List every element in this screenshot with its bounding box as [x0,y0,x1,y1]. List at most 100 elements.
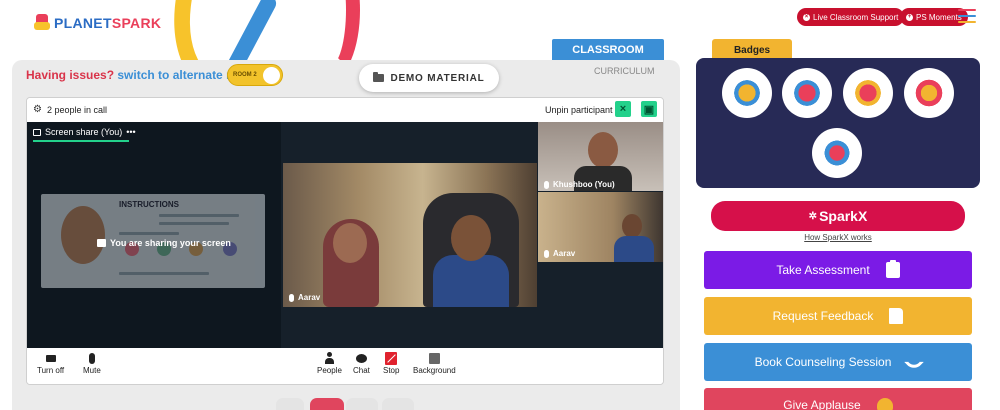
mic-icon [289,293,294,302]
badges-panel [696,58,980,188]
preview-student-image [61,206,105,264]
screen-share-header: Screen share (You) ••• [33,127,136,137]
sharing-message: You are sharing your screen [97,238,231,248]
unpin-close-icon[interactable]: × [615,101,631,117]
take-assessment-label: Take Assessment [776,263,870,277]
mute-button[interactable]: Mute [83,352,101,375]
plus-icon: + [906,13,913,21]
participant-figure [433,255,509,307]
layout-switch-icon[interactable]: ▣ [641,101,657,117]
ps-moments-label: PS Moments [916,12,962,22]
preview-text-line [159,222,229,225]
stop-share-button[interactable]: Stop [383,351,400,375]
request-feedback-label: Request Feedback [772,309,874,323]
sparkx-label: SparkX [819,208,868,224]
close-icon: × [803,13,810,21]
book-counseling-button[interactable]: Book Counseling Session [704,343,972,381]
clap-icon [876,398,893,410]
turn-off-label: Turn off [37,366,65,375]
fullscreen-icon[interactable] [276,398,304,410]
issues-text: Having issues? [26,68,115,82]
turn-off-camera-button[interactable]: Turn off [37,352,64,375]
main-participant-video[interactable]: Aarav [283,163,537,307]
folder-icon [373,72,385,82]
call-controls-bar: Turn off Mute People Chat Stop Backgroun… [27,348,663,384]
book-counseling-label: Book Counseling Session [754,355,892,369]
logo-mark-icon [34,14,50,32]
stop-label: Stop [383,366,400,375]
participant-video-tile[interactable]: Aarav [538,192,663,262]
phone-icon [904,352,925,372]
live-classroom-support-button[interactable]: × Live Classroom Support [797,8,905,26]
people-button[interactable]: People [317,352,342,375]
present-screen-icon [97,239,106,247]
more-options-icon[interactable]: ••• [126,127,135,137]
request-feedback-button[interactable]: Request Feedback [704,297,972,335]
stop-share-icon [385,351,398,365]
pen-icon[interactable] [346,398,378,410]
screen-share-tile[interactable]: Screen share (You) ••• INSTRUCTIONS You … [27,122,281,348]
mic-icon [544,249,549,258]
document-icon [889,308,904,324]
call-top-bar: ⚙ 2 people in call Unpin participant × ▣ [27,98,663,122]
preview-text-line [159,214,239,217]
fist-badge-icon[interactable] [782,68,832,118]
room-toggle-label: ROOM 2 [233,72,257,78]
video-call-frame: ⚙ 2 people in call Unpin participant × ▣… [26,97,664,385]
idea-badge-icon[interactable] [904,68,954,118]
self-video-tile[interactable]: Khushboo (You) [538,122,663,191]
give-applause-button[interactable]: Give Applause [704,388,972,410]
demo-material-label: DEMO MATERIAL [390,72,485,84]
video-grid: Screen share (You) ••• INSTRUCTIONS You … [27,122,663,348]
people-icon [324,352,335,364]
gear-icon[interactable]: ⚙ [33,104,42,115]
people-label: People [317,366,342,375]
take-assessment-button[interactable]: Take Assessment [704,251,972,289]
participant-name: Aarav [544,249,575,258]
chat-button[interactable]: Chat [353,352,370,375]
trophy-badge-icon[interactable] [722,68,772,118]
toggle-knob [263,67,280,84]
globe-icon[interactable] [382,398,414,410]
sharing-message-text: You are sharing your screen [110,238,231,248]
robot-badge-icon[interactable] [812,128,862,178]
participant-head [451,215,491,261]
people-count: 2 people in call [47,105,108,115]
participant-head [622,214,642,238]
participant-head [333,223,367,263]
tab-classroom[interactable]: CLASSROOM [552,39,664,60]
meditation-badge-icon[interactable] [843,68,893,118]
active-tab-indicator [33,140,129,142]
tab-curriculum[interactable]: CURRICULUM [552,66,692,80]
preview-title: INSTRUCTIONS [119,200,179,209]
planetspark-logo[interactable]: PLANETSPARK [34,14,161,32]
background-label: Background [413,366,456,375]
sparkx-gear-icon: ✲ [808,210,818,222]
preview-text-line [119,232,179,235]
main-participant-name: Aarav [289,293,320,302]
screen-share-label: Screen share (You) [45,127,123,137]
sparkx-button[interactable]: ✲ SparkX [711,201,965,231]
unpin-participant-label[interactable]: Unpin participant [545,105,613,115]
hamburger-menu-icon[interactable] [958,9,976,23]
live-support-label: Live Classroom Support [813,12,899,22]
chat-label: Chat [353,366,370,375]
chat-icon [355,353,367,363]
logo-text: PLANETSPARK [54,15,162,31]
background-icon [428,352,440,364]
how-sparkx-works-link[interactable]: How SparkX works [790,233,886,242]
mic-icon [544,180,549,189]
preview-text-line [119,272,209,275]
microphone-icon [88,352,95,364]
background-button[interactable]: Background [413,352,456,375]
mute-label: Mute [83,366,101,375]
demo-material-button[interactable]: DEMO MATERIAL [359,64,499,92]
give-applause-label: Give Applause [783,398,861,410]
self-participant-name: Khushboo (You) [544,180,615,189]
power-icon[interactable] [310,398,344,410]
room-toggle[interactable]: ROOM 2 [227,64,283,86]
clipboard-icon [885,260,900,278]
alternate-room-prompt: Having issues? switch to alternate room [26,68,256,82]
screen-share-icon [33,128,41,136]
participant-head [588,132,618,168]
